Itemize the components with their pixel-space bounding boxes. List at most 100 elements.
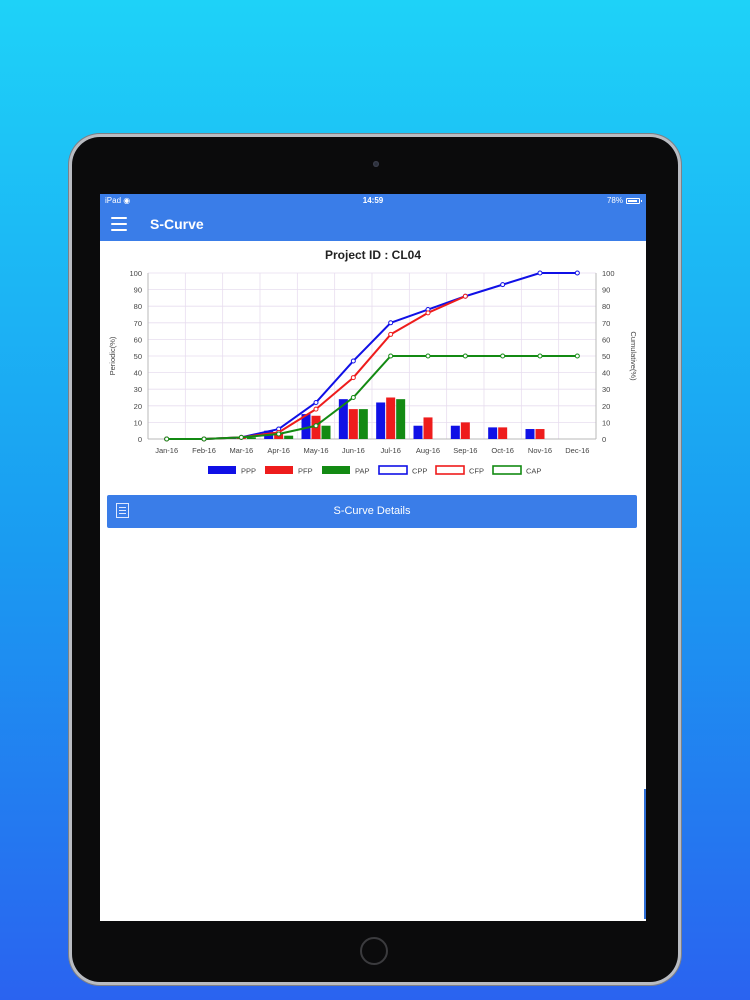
legend-label-pfp: PFP <box>298 467 313 476</box>
y2-axis-label: Cumulative(%) <box>629 331 638 381</box>
point-cap <box>164 436 170 442</box>
x-tick-label: Jun-16 <box>342 446 365 455</box>
point-cfp <box>350 375 356 381</box>
y-tick-label: 100 <box>129 269 142 278</box>
point-cfp <box>425 310 431 316</box>
app-bar: S-Curve <box>100 208 646 241</box>
x-tick-label: Aug-16 <box>416 446 440 455</box>
status-right: 78% <box>606 194 642 208</box>
point-cpp <box>388 320 394 326</box>
scroll-indicator[interactable] <box>644 789 646 919</box>
y2-tick-label: 30 <box>602 385 610 394</box>
point-cfp <box>462 293 468 299</box>
y-tick-label: 70 <box>134 319 142 328</box>
x-tick-label: Jul-16 <box>380 446 400 455</box>
app-screen: iPad ◉ 14:59 78% S-Curve Project ID : CL… <box>100 194 646 921</box>
legend-swatch-pfp <box>265 466 293 474</box>
y-tick-label: 60 <box>134 335 142 344</box>
y-tick-label: 50 <box>134 352 142 361</box>
y2-tick-label: 0 <box>602 435 606 444</box>
point-cap <box>537 353 543 359</box>
x-tick-label: Dec-16 <box>565 446 589 455</box>
bar-pap <box>284 435 294 439</box>
point-cap <box>238 434 244 440</box>
bar-pfp <box>535 429 545 439</box>
y2-tick-label: 90 <box>602 286 610 295</box>
bar-ppp <box>376 402 386 439</box>
bar-ppp <box>488 427 498 439</box>
details-button-label: S-Curve Details <box>333 505 411 517</box>
battery-percent: 78% <box>606 196 623 205</box>
point-cpp <box>350 358 356 364</box>
point-cpp <box>574 270 580 276</box>
x-tick-label: Oct-16 <box>491 446 514 455</box>
y2-tick-label: 70 <box>602 319 610 328</box>
x-tick-label: Apr-16 <box>267 446 290 455</box>
x-tick-label: May-16 <box>303 446 328 455</box>
bar-pfp <box>348 409 358 439</box>
legend-label-cfp: CFP <box>469 467 484 476</box>
status-time: 14:59 <box>362 196 384 205</box>
battery-icon <box>626 198 642 204</box>
menu-icon[interactable] <box>111 217 127 231</box>
point-cap <box>500 353 506 359</box>
page-title: S-Curve <box>150 216 204 232</box>
point-cap <box>388 353 394 359</box>
legend-label-pap: PAP <box>355 467 369 476</box>
x-tick-label: Nov-16 <box>528 446 552 455</box>
y2-tick-label: 50 <box>602 352 610 361</box>
x-tick-label: Feb-16 <box>192 446 216 455</box>
y2-tick-label: 40 <box>602 369 610 378</box>
point-cap <box>350 395 356 400</box>
bar-pap <box>358 409 368 439</box>
y-tick-label: 10 <box>134 418 142 427</box>
chart-title: Project ID : CL04 <box>325 248 421 262</box>
bar-pfp <box>423 417 433 439</box>
bar-ppp <box>525 429 535 439</box>
s-curve-details-button[interactable]: S-Curve Details <box>107 495 637 528</box>
y2-tick-label: 10 <box>602 418 610 427</box>
point-cap <box>276 431 282 437</box>
bar-ppp <box>413 425 423 439</box>
point-cap <box>574 353 580 359</box>
bar-pfp <box>386 397 396 439</box>
point-cap <box>425 353 431 359</box>
y-tick-label: 80 <box>134 302 142 311</box>
legend-label-ppp: PPP <box>241 467 256 476</box>
point-cpp <box>313 399 319 405</box>
point-cap <box>201 436 207 442</box>
bar-pfp <box>460 422 470 439</box>
x-tick-label: Mar-16 <box>229 446 253 455</box>
home-button[interactable] <box>360 937 388 965</box>
bar-pap <box>321 425 331 439</box>
x-tick-label: Jan-16 <box>155 446 178 455</box>
bar-ppp <box>450 425 460 439</box>
y-tick-label: 40 <box>134 369 142 378</box>
tablet-frame: iPad ◉ 14:59 78% S-Curve Project ID : CL… <box>72 137 678 982</box>
y2-tick-label: 100 <box>602 269 615 278</box>
legend-label-cap: CAP <box>526 467 541 476</box>
legend-swatch-pap <box>322 466 350 474</box>
chart-svg: Project ID : CL04 0 0 10 10 20 20 30 30 40 40 50 50 6… <box>108 248 638 476</box>
legend-swatch-cfp <box>435 465 465 475</box>
point-cpp <box>537 270 543 276</box>
y2-tick-label: 80 <box>602 302 610 311</box>
camera-icon <box>373 161 379 167</box>
point-cpp <box>500 282 506 288</box>
s-curve-chart: Project ID : CL04 0 0 10 10 20 20 30 30 40 40 50 50 6… <box>100 244 646 489</box>
y-tick-label: 90 <box>134 286 142 295</box>
y-tick-label: 20 <box>134 402 142 411</box>
legend-swatch-cpp <box>378 465 408 475</box>
y-tick-label: 30 <box>134 385 142 394</box>
point-cfp <box>388 331 394 337</box>
legend-swatch-cap <box>492 465 522 475</box>
y2-tick-label: 20 <box>602 402 610 411</box>
y-tick-label: 0 <box>138 435 142 444</box>
point-cap <box>313 423 319 429</box>
y-axis-label: Periodic(%) <box>108 336 117 375</box>
legend-swatch-ppp <box>208 466 236 474</box>
bar-pap <box>396 399 406 439</box>
y2-tick-label: 60 <box>602 335 610 344</box>
x-tick-label: Sep-16 <box>453 446 477 455</box>
bar-pfp <box>498 427 508 439</box>
